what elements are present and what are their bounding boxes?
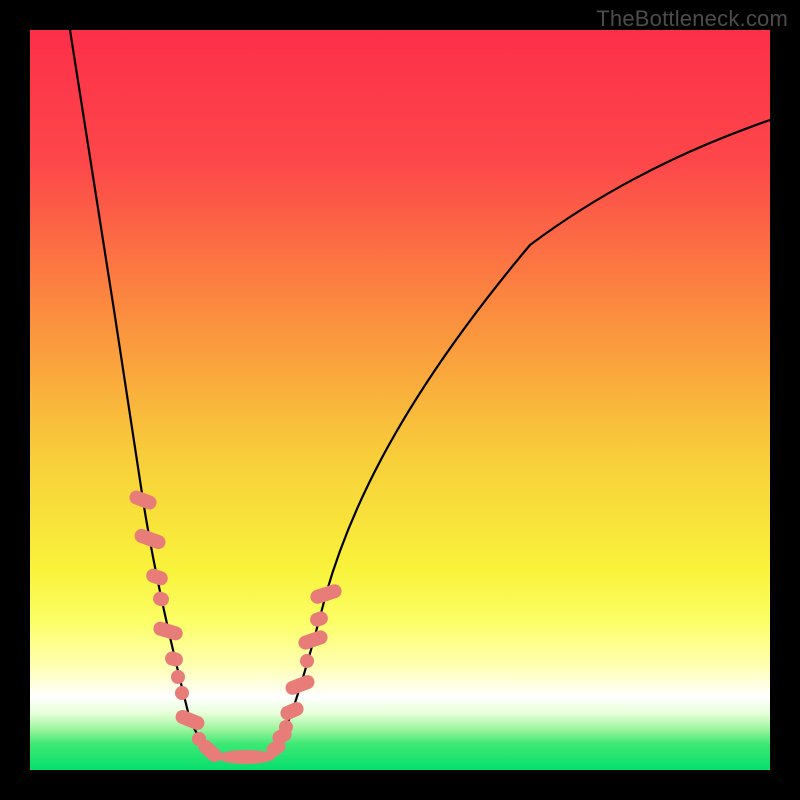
curve-group — [70, 30, 770, 757]
curve-marker — [133, 527, 168, 551]
curve-marker — [278, 700, 306, 723]
curve-marker — [217, 750, 275, 764]
curve-marker — [297, 628, 330, 651]
chart-frame: TheBottleneck.com — [0, 0, 800, 800]
curve-marker — [308, 610, 329, 629]
curve-markers — [127, 488, 343, 764]
curve-marker — [163, 650, 184, 668]
curve-left-branch — [70, 30, 225, 757]
curve-marker — [300, 654, 314, 668]
curve-marker — [171, 670, 185, 684]
curve-marker — [151, 590, 171, 608]
curve-marker — [127, 488, 158, 511]
curve-marker — [175, 686, 189, 700]
curve-marker — [173, 708, 206, 732]
curve-marker — [283, 673, 316, 697]
curve-marker — [309, 582, 344, 605]
curve-right-branch — [268, 120, 770, 757]
watermark-text: TheBottleneck.com — [596, 6, 788, 32]
plot-area — [30, 30, 770, 770]
bottleneck-curve — [30, 30, 770, 770]
curve-marker — [144, 567, 169, 587]
